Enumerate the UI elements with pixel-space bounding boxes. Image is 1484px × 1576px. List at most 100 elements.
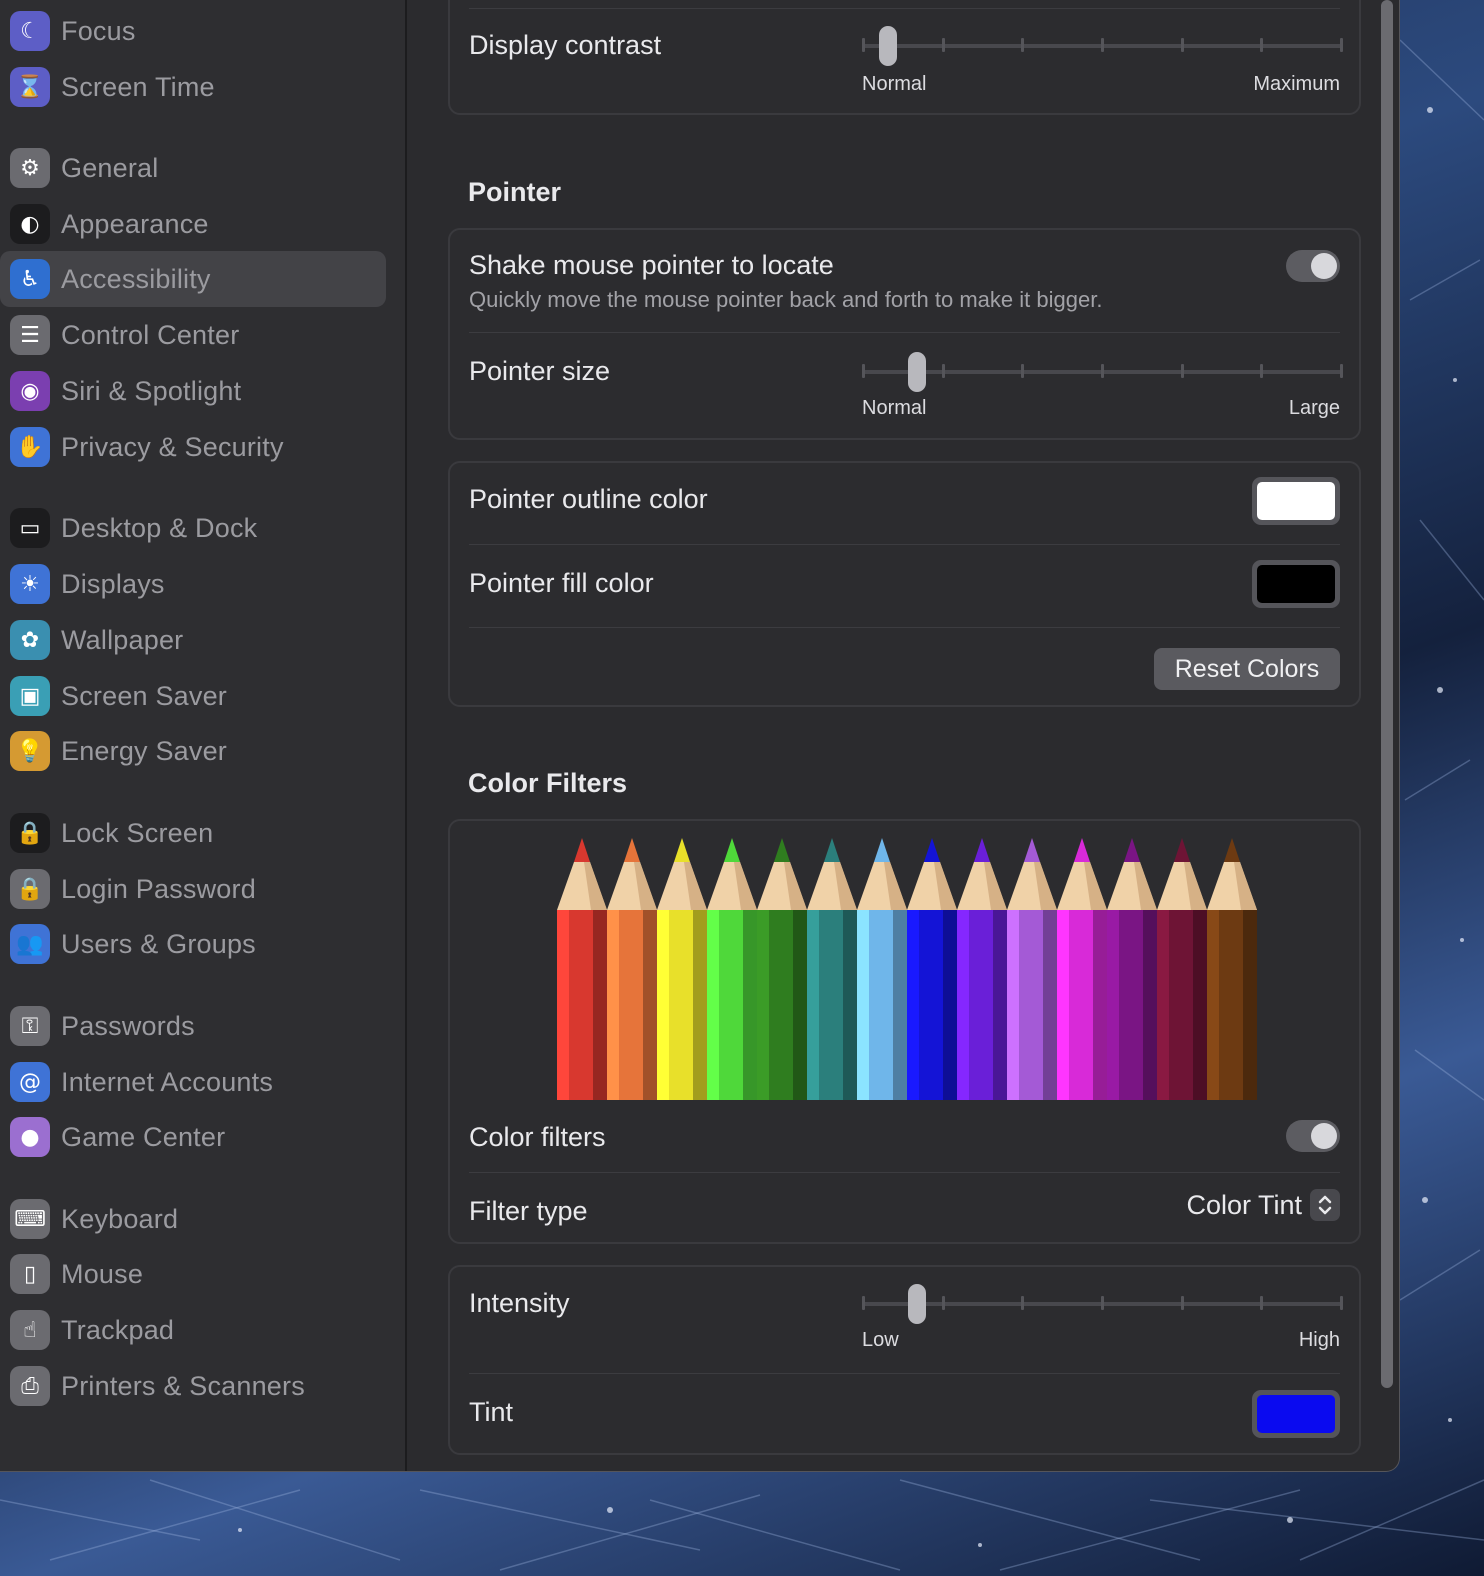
divider	[469, 544, 1340, 545]
sidebar-item-label: General	[61, 152, 159, 183]
hand-icon: ✋	[10, 427, 50, 467]
display-contrast-max-label: Maximum	[1253, 73, 1340, 95]
slider-tick	[1181, 1296, 1184, 1310]
sidebar-item-printers-scanners[interactable]: ⎙ Printers & Scanners	[0, 1358, 386, 1414]
sidebar-item-wallpaper[interactable]: ✿ Wallpaper	[0, 612, 386, 668]
sidebar-item-general[interactable]: ⚙ General	[0, 140, 386, 196]
pencil-3	[657, 838, 707, 1100]
slider-knob[interactable]	[908, 352, 926, 392]
sidebar-item-desktop-dock[interactable]: ▭ Desktop & Dock	[0, 500, 386, 556]
moon-icon: ☾	[10, 11, 50, 51]
divider	[469, 627, 1340, 628]
siri-icon: ◉	[10, 371, 50, 411]
outline-color-swatch	[1257, 482, 1335, 520]
pointer-size-label: Pointer size	[469, 356, 611, 386]
sidebar-item-energy-saver[interactable]: 💡 Energy Saver	[0, 723, 386, 779]
sidebar-item-displays[interactable]: ☀ Displays	[0, 556, 386, 612]
filter-type-popup[interactable]: Color Tint	[1186, 1189, 1340, 1221]
sidebar-item-screen-saver[interactable]: ▣ Screen Saver	[0, 668, 386, 724]
toggle-knob	[1311, 253, 1337, 279]
sidebar-item-privacy-security[interactable]: ✋ Privacy & Security	[0, 419, 386, 475]
color-filters-toggle[interactable]	[1286, 1120, 1340, 1152]
slider-tick	[862, 364, 865, 378]
slider-tick	[1021, 38, 1024, 52]
pointer-fill-color-well[interactable]	[1252, 560, 1340, 608]
slider-tick	[1021, 364, 1024, 378]
slider-knob[interactable]	[908, 1284, 926, 1324]
sun-icon: ☀	[10, 564, 50, 604]
reset-colors-button[interactable]: Reset Colors	[1154, 648, 1340, 690]
sidebar-item-accessibility[interactable]: ♿ Accessibility	[0, 251, 386, 307]
pointer-size-max-label: Large	[1288, 397, 1340, 419]
sidebar-item-passwords[interactable]: ⚿ Passwords	[0, 998, 386, 1054]
sidebar-item-lock-screen[interactable]: 🔒 Lock Screen	[0, 805, 386, 861]
sidebar-item-trackpad[interactable]: ☝ Trackpad	[0, 1302, 386, 1358]
flower-icon: ✿	[10, 620, 50, 660]
sidebar-item-users-groups[interactable]: 👥 Users & Groups	[0, 916, 386, 972]
fill-color-swatch	[1257, 565, 1335, 603]
sidebar-item-focus[interactable]: ☾ Focus	[0, 3, 386, 59]
slider-tick	[1101, 38, 1104, 52]
slider-tick	[1260, 364, 1263, 378]
intensity-slider[interactable]	[862, 1284, 1343, 1324]
pencil-11	[1057, 838, 1107, 1100]
slider-tick	[1021, 1296, 1024, 1310]
slider-tick	[1260, 38, 1263, 52]
pencil-13	[1157, 838, 1207, 1100]
intensity-label: Intensity	[469, 1288, 570, 1318]
divider	[469, 8, 1340, 9]
pointer-fill-color-label: Pointer fill color	[469, 568, 654, 598]
sidebar-item-keyboard[interactable]: ⌨ Keyboard	[0, 1191, 386, 1247]
sidebar-item-internet-accounts[interactable]: @ Internet Accounts	[0, 1054, 386, 1110]
color-filters-card: Color filters Filter type Color Tint	[448, 819, 1361, 1244]
display-contrast-min-label: Normal	[862, 73, 927, 95]
pencil-12	[1107, 838, 1157, 1100]
pointer-colors-card: Pointer outline color Pointer fill color…	[448, 461, 1361, 707]
pencil-4	[707, 838, 757, 1100]
sidebar-item-screen-time[interactable]: ⌛ Screen Time	[0, 59, 386, 115]
accessibility-pointer-pane: Display contrast Normal Maximum Pointer …	[409, 0, 1399, 1471]
scrollbar[interactable]	[1378, 0, 1396, 1390]
chevron-up-down-icon	[1310, 1189, 1340, 1221]
sidebar-item-control-center[interactable]: ☰ Control Center	[0, 307, 386, 363]
lightbulb-icon: 💡	[10, 731, 50, 771]
sidebar: ☾ Focus ⌛ Screen Time ⚙ General ◐ Appearance ♿ Ac…	[0, 0, 407, 1471]
sidebar-item-mouse[interactable]: ▯ Mouse	[0, 1246, 386, 1302]
shake-pointer-toggle[interactable]	[1286, 250, 1340, 282]
sidebar-item-game-center[interactable]: ● Game Center	[0, 1109, 386, 1165]
scrollbar-thumb[interactable]	[1381, 0, 1393, 1388]
slider-knob[interactable]	[879, 26, 897, 66]
pencil-1	[557, 838, 607, 1100]
pointer-size-slider[interactable]	[862, 352, 1343, 392]
color-pencils-image	[557, 838, 1257, 1100]
screen-saver-icon: ▣	[10, 676, 50, 716]
settings-window: ☾ Focus ⌛ Screen Time ⚙ General ◐ Appearance ♿ Ac…	[0, 0, 1400, 1472]
display-contrast-slider[interactable]	[862, 26, 1343, 66]
pointer-outline-color-well[interactable]	[1252, 477, 1340, 525]
display-contrast-label: Display contrast	[469, 30, 662, 60]
sidebar-item-label: Control Center	[61, 319, 240, 350]
slider-tick	[1101, 364, 1104, 378]
pencil-8	[907, 838, 957, 1100]
tint-label: Tint	[469, 1397, 514, 1427]
sidebar-item-siri-spotlight[interactable]: ◉ Siri & Spotlight	[0, 363, 386, 419]
pointer-card: Shake mouse pointer to locate Quickly mo…	[448, 228, 1361, 440]
sidebar-item-login-password[interactable]: 🔒 Login Password	[0, 861, 386, 917]
sidebar-item-label: Accessibility	[61, 263, 211, 294]
pencil-6	[807, 838, 857, 1100]
trackpad-icon: ☝	[10, 1310, 50, 1350]
accessibility-icon: ♿	[10, 259, 50, 299]
game-center-icon: ●	[10, 1117, 50, 1157]
slider-tick	[1101, 1296, 1104, 1310]
gear-icon: ⚙	[10, 148, 50, 188]
sidebar-item-appearance[interactable]: ◐ Appearance	[0, 196, 386, 252]
sidebar-item-label: Lock Screen	[61, 817, 214, 848]
hourglass-icon: ⌛	[10, 67, 50, 107]
dock-icon: ▭	[10, 508, 50, 548]
tint-color-well[interactable]	[1252, 1390, 1340, 1438]
tint-card: Intensity Low High Tint	[448, 1265, 1361, 1455]
key-icon: ⚿	[10, 1006, 50, 1046]
keyboard-icon: ⌨	[10, 1199, 50, 1239]
sidebar-item-label: Siri & Spotlight	[61, 375, 242, 406]
sidebar-item-label: Printers & Scanners	[61, 1370, 305, 1401]
